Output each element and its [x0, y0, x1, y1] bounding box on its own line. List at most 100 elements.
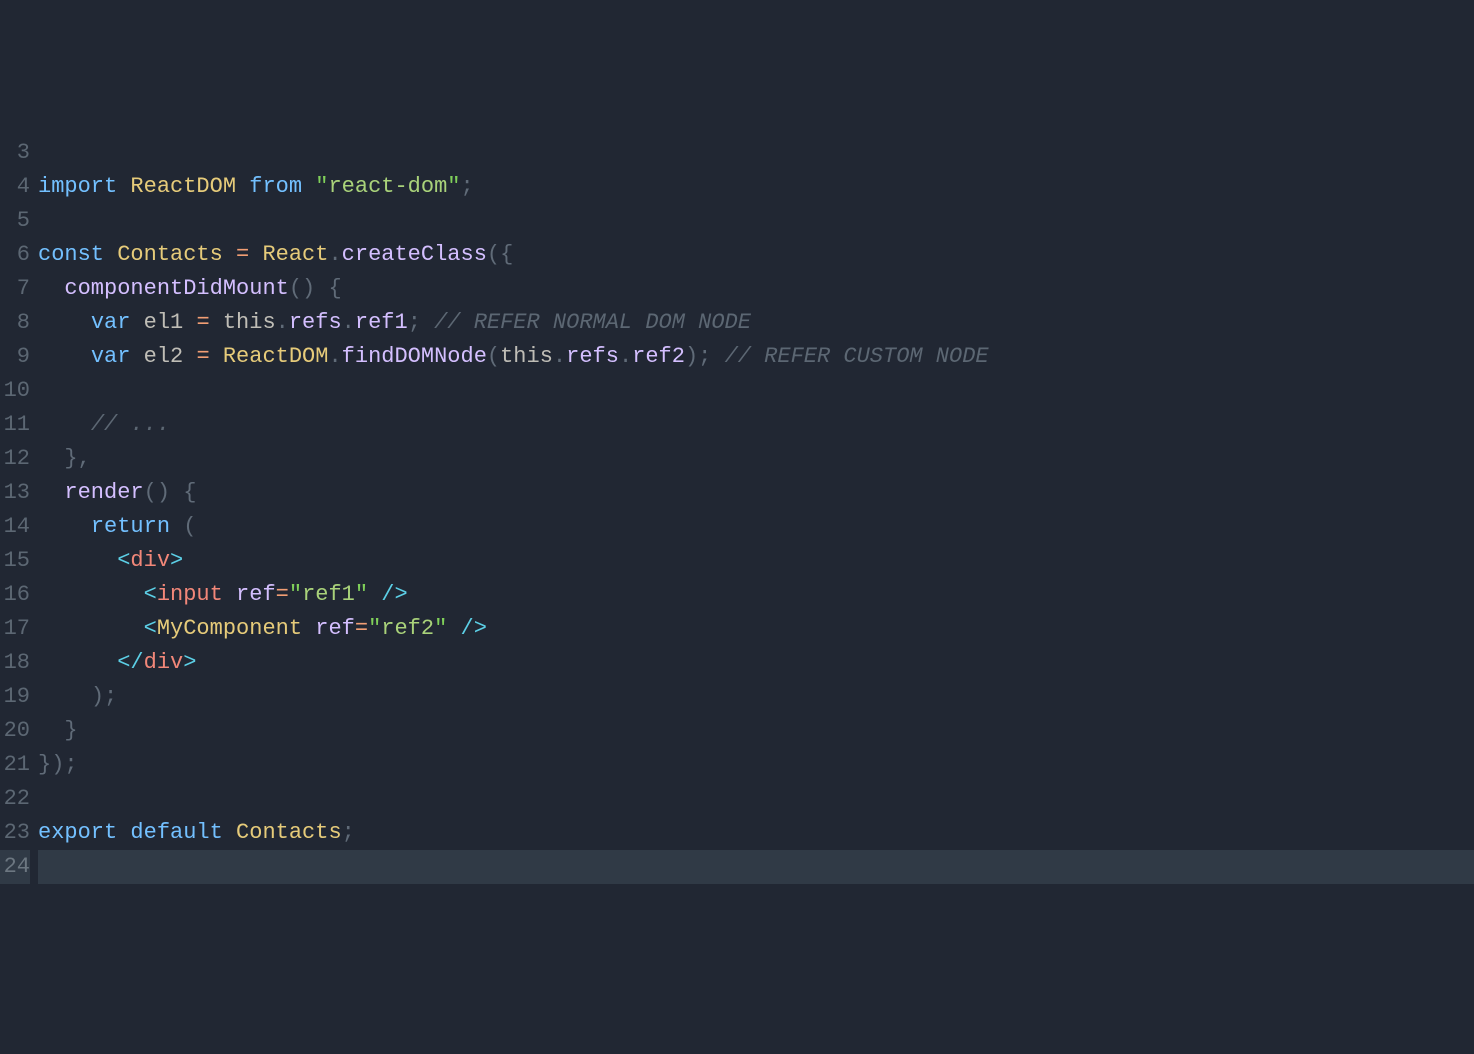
gutter-line-number: 20	[0, 714, 30, 748]
code-token: ref2	[632, 344, 685, 369]
code-token	[183, 344, 196, 369]
code-token: div	[144, 650, 184, 675]
code-token: {	[183, 480, 196, 505]
code-token: "	[368, 616, 381, 641]
code-line[interactable]: // ...	[38, 408, 1474, 442]
code-token: .	[328, 344, 341, 369]
code-line[interactable]	[38, 850, 1474, 884]
code-token: componentDidMount	[64, 276, 288, 301]
code-line[interactable]: var el2 = ReactDOM.findDOMNode(this.refs…	[38, 340, 1474, 374]
code-token	[711, 344, 724, 369]
code-token: createClass	[342, 242, 487, 267]
code-token: <	[144, 616, 157, 641]
gutter-line-number: 7	[0, 272, 30, 306]
code-token: var	[91, 310, 131, 335]
code-token: >	[170, 548, 183, 573]
code-token: =	[196, 344, 209, 369]
code-token: />	[461, 616, 487, 641]
code-token	[38, 276, 64, 301]
code-token	[38, 718, 64, 743]
code-line[interactable]: );	[38, 680, 1474, 714]
gutter-line-number: 18	[0, 646, 30, 680]
code-line[interactable]: <input ref="ref1" />	[38, 578, 1474, 612]
code-line[interactable]: });	[38, 748, 1474, 782]
code-token: import	[38, 174, 117, 199]
code-token: // REFER CUSTOM NODE	[725, 344, 989, 369]
gutter-line-number: 21	[0, 748, 30, 782]
code-token: ;	[342, 820, 355, 845]
code-line[interactable]	[38, 204, 1474, 238]
code-editor[interactable]: 3456789101112131415161718192021222324 im…	[0, 136, 1474, 884]
code-token	[38, 684, 91, 709]
code-line[interactable]: }	[38, 714, 1474, 748]
code-token: el2	[144, 344, 184, 369]
code-token: var	[91, 344, 131, 369]
code-token: findDOMNode	[342, 344, 487, 369]
code-token: ref1	[302, 582, 355, 607]
code-token: export	[38, 820, 117, 845]
code-token: // REFER NORMAL DOM NODE	[434, 310, 751, 335]
code-line[interactable]: componentDidMount() {	[38, 272, 1474, 306]
code-line[interactable]: return (	[38, 510, 1474, 544]
gutter-line-number: 17	[0, 612, 30, 646]
code-token: <	[144, 582, 157, 607]
code-token: =	[196, 310, 209, 335]
code-token	[130, 344, 143, 369]
code-token	[183, 310, 196, 335]
code-token: </	[117, 650, 143, 675]
code-token	[104, 242, 117, 267]
code-token	[223, 820, 236, 845]
gutter-line-number: 4	[0, 170, 30, 204]
code-token	[38, 582, 144, 607]
code-token: el1	[144, 310, 184, 335]
code-token	[315, 276, 328, 301]
code-token: ;	[461, 174, 474, 199]
code-line[interactable]: const Contacts = React.createClass({	[38, 238, 1474, 272]
code-line[interactable]: render() {	[38, 476, 1474, 510]
code-token: return	[91, 514, 170, 539]
code-token	[170, 514, 183, 539]
gutter-line-number: 16	[0, 578, 30, 612]
code-line[interactable]: var el1 = this.refs.ref1; // REFER NORMA…	[38, 306, 1474, 340]
code-token: ({	[487, 242, 513, 267]
code-token	[117, 820, 130, 845]
gutter-line-number: 22	[0, 782, 30, 816]
gutter-line-number: 6	[0, 238, 30, 272]
code-token: .	[553, 344, 566, 369]
code-token: default	[130, 820, 222, 845]
code-token: ref2	[381, 616, 434, 641]
code-token: ;	[408, 310, 421, 335]
code-area[interactable]: import ReactDOM from "react-dom"; const C…	[38, 136, 1474, 884]
code-line[interactable]	[38, 374, 1474, 408]
code-token	[447, 616, 460, 641]
code-line[interactable]: </div>	[38, 646, 1474, 680]
code-token	[130, 310, 143, 335]
code-token: }	[64, 718, 77, 743]
code-line[interactable]: },	[38, 442, 1474, 476]
code-token: {	[328, 276, 341, 301]
code-token	[38, 446, 64, 471]
code-line[interactable]	[38, 136, 1474, 170]
code-token	[302, 174, 315, 199]
code-token: .	[328, 242, 341, 267]
code-token	[170, 480, 183, 505]
code-token: });	[38, 752, 78, 777]
code-line[interactable]: <div>	[38, 544, 1474, 578]
code-token: this	[223, 310, 276, 335]
code-token: "	[315, 174, 328, 199]
code-token	[210, 310, 223, 335]
code-token	[249, 242, 262, 267]
gutter-line-number: 14	[0, 510, 30, 544]
code-line[interactable]: import ReactDOM from "react-dom";	[38, 170, 1474, 204]
gutter-line-number: 5	[0, 204, 30, 238]
code-line[interactable]	[38, 782, 1474, 816]
code-line[interactable]: export default Contacts;	[38, 816, 1474, 850]
code-token: this	[500, 344, 553, 369]
code-line[interactable]: <MyComponent ref="ref2" />	[38, 612, 1474, 646]
gutter-line-number: 19	[0, 680, 30, 714]
code-token: react-dom	[328, 174, 447, 199]
code-token	[38, 480, 64, 505]
code-token: React	[262, 242, 328, 267]
gutter-line-number: 9	[0, 340, 30, 374]
gutter-line-number: 15	[0, 544, 30, 578]
